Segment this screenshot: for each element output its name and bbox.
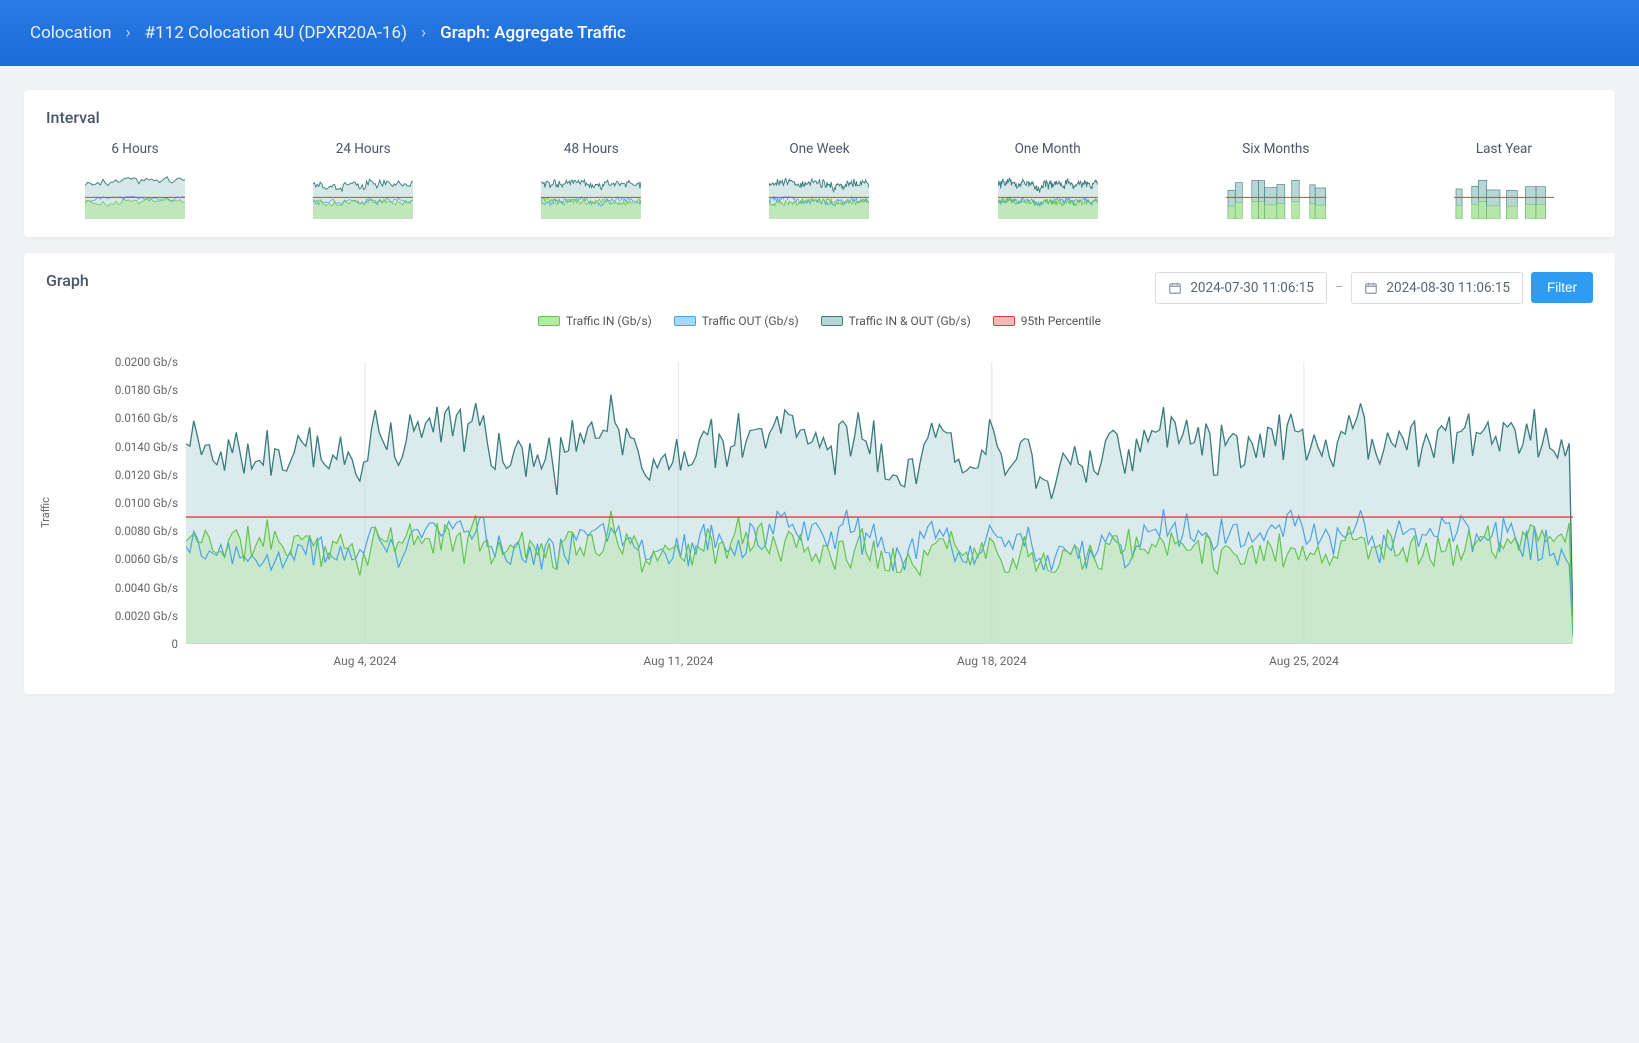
legend-swatch: [993, 316, 1015, 326]
date-to-value: 2024-08-30 11:06:15: [1386, 280, 1510, 296]
chart-plot[interactable]: [186, 362, 1573, 644]
breadcrumb-leaf: Graph: Aggregate Traffic: [440, 23, 626, 43]
interval-thumbnail: [1454, 171, 1554, 219]
interval-title: Interval: [46, 108, 1593, 127]
legend-label: Traffic IN (Gb/s): [566, 314, 652, 328]
interval-label: 24 Hours: [336, 141, 391, 157]
y-tick: 0.0080 Gb/s: [115, 524, 178, 538]
interval-option[interactable]: 6 Hours: [50, 141, 220, 219]
y-tick: 0.0140 Gb/s: [115, 440, 178, 454]
x-tick: Aug 25, 2024: [1269, 654, 1339, 668]
legend-item[interactable]: 95th Percentile: [993, 314, 1101, 328]
y-tick: 0: [172, 637, 178, 651]
legend-item[interactable]: Traffic IN & OUT (Gb/s): [821, 314, 971, 328]
interval-option[interactable]: Six Months: [1191, 141, 1361, 219]
interval-label: One Week: [789, 141, 849, 157]
breadcrumb-root[interactable]: Colocation: [30, 23, 112, 43]
date-from-picker[interactable]: 2024-07-30 11:06:15: [1155, 272, 1327, 304]
interval-thumbnail: [85, 171, 185, 219]
x-tick: Aug 18, 2024: [957, 654, 1027, 668]
chevron-right-icon: ›: [126, 23, 131, 43]
interval-option[interactable]: One Month: [963, 141, 1133, 219]
breadcrumb-item[interactable]: #112 Colocation 4U (DPXR20A-16): [145, 23, 407, 43]
legend-item[interactable]: Traffic OUT (Gb/s): [674, 314, 799, 328]
legend-swatch: [538, 316, 560, 326]
chevron-right-icon: ›: [421, 23, 426, 43]
chart-area: Traffic 00.0020 Gb/s0.0040 Gb/s0.0060 Gb…: [56, 336, 1593, 676]
interval-label: Six Months: [1242, 141, 1309, 157]
filter-button[interactable]: Filter: [1531, 272, 1593, 303]
y-tick: 0.0060 Gb/s: [115, 552, 178, 566]
legend-label: 95th Percentile: [1021, 314, 1101, 328]
y-axis: 00.0020 Gb/s0.0040 Gb/s0.0060 Gb/s0.0080…: [56, 362, 184, 644]
legend-swatch: [674, 316, 696, 326]
x-axis: Aug 4, 2024 Aug 11, 2024 Aug 18, 2024 Aug 2…: [186, 646, 1573, 676]
y-tick: 0.0180 Gb/s: [115, 383, 178, 397]
y-tick: 0.0200 Gb/s: [115, 355, 178, 369]
y-tick: 0.0020 Gb/s: [115, 609, 178, 623]
interval-card: Interval 6 Hours 24 Hours 48 Hours One Week…: [24, 90, 1615, 237]
interval-label: Last Year: [1476, 141, 1532, 157]
interval-thumbnail: [1226, 171, 1326, 219]
x-tick: Aug 4, 2024: [333, 654, 396, 668]
calendar-icon: [1364, 281, 1378, 295]
legend-label: Traffic OUT (Gb/s): [702, 314, 799, 328]
date-range-separator: –: [1335, 280, 1344, 295]
chart-legend: Traffic IN (Gb/s) Traffic OUT (Gb/s) Traff…: [46, 314, 1593, 328]
graph-title: Graph: [46, 271, 89, 290]
interval-option[interactable]: One Week: [734, 141, 904, 219]
breadcrumb-bar: Colocation › #112 Colocation 4U (DPXR20A…: [0, 0, 1639, 66]
interval-label: One Month: [1015, 141, 1081, 157]
date-to-picker[interactable]: 2024-08-30 11:06:15: [1351, 272, 1523, 304]
interval-option[interactable]: 48 Hours: [506, 141, 676, 219]
interval-option[interactable]: 24 Hours: [278, 141, 448, 219]
legend-swatch: [821, 316, 843, 326]
legend-item[interactable]: Traffic IN (Gb/s): [538, 314, 652, 328]
graph-card: Graph 2024-07-30 11:06:15 – 2024-08-30 1…: [24, 253, 1615, 694]
y-tick: 0.0160 Gb/s: [115, 411, 178, 425]
y-axis-label: Traffic: [39, 497, 52, 528]
interval-option[interactable]: Last Year: [1419, 141, 1589, 219]
date-from-value: 2024-07-30 11:06:15: [1190, 280, 1314, 296]
interval-label: 48 Hours: [564, 141, 619, 157]
y-tick: 0.0120 Gb/s: [115, 468, 178, 482]
y-tick: 0.0040 Gb/s: [115, 581, 178, 595]
interval-thumbnail: [313, 171, 413, 219]
interval-thumbnail: [541, 171, 641, 219]
y-tick: 0.0100 Gb/s: [115, 496, 178, 510]
graph-controls: 2024-07-30 11:06:15 – 2024-08-30 11:06:1…: [1155, 272, 1593, 304]
interval-label: 6 Hours: [111, 141, 158, 157]
legend-label: Traffic IN & OUT (Gb/s): [849, 314, 971, 328]
calendar-icon: [1168, 281, 1182, 295]
interval-thumbnail: [769, 171, 869, 219]
x-tick: Aug 11, 2024: [643, 654, 713, 668]
interval-thumbnail: [998, 171, 1098, 219]
